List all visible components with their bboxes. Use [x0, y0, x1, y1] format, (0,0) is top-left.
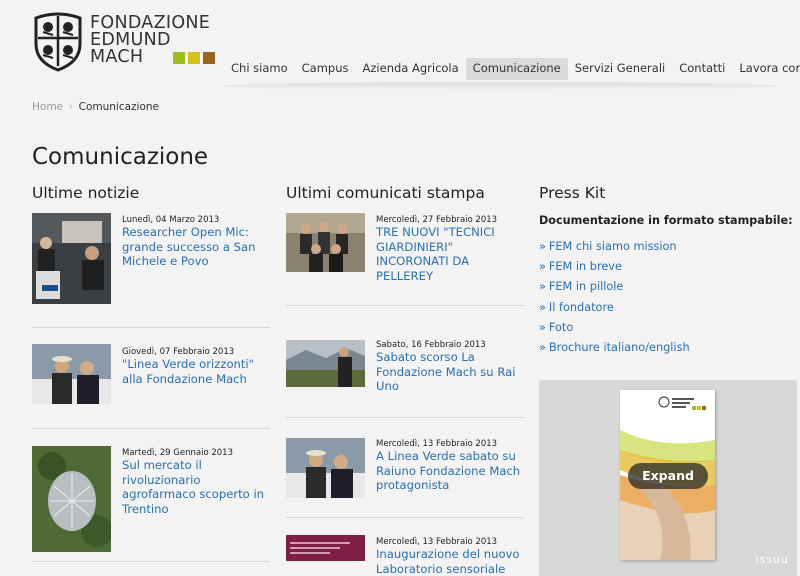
nav-item-comunicazione[interactable]: Comunicazione — [465, 58, 568, 80]
news-item: Lunedì, 04 Marzo 2013 Researcher Open Mi… — [32, 212, 270, 328]
bullet-icon: » — [539, 300, 546, 314]
press-thumbnail[interactable] — [286, 340, 365, 387]
presskit-link[interactable]: » FEM in breve — [539, 260, 797, 280]
bullet-icon: » — [539, 260, 546, 274]
breadcrumb: Home › Comunicazione — [32, 101, 159, 113]
news-heading: Ultime notizie — [32, 184, 140, 202]
presskit-link-label[interactable]: FEM chi siamo mission — [549, 240, 677, 253]
site-header: FONDAZIONE EDMUND MACH Chi siamo Campus … — [0, 0, 800, 92]
nav-item-servizi-generali[interactable]: Servizi Generali — [568, 58, 673, 80]
logo-squares — [173, 52, 215, 64]
presskit-link-label[interactable]: Foto — [549, 321, 573, 334]
press-thumbnail[interactable] — [286, 438, 365, 498]
presskit-links: » FEM chi siamo mission » FEM in breve » FE… — [539, 240, 797, 361]
presskit-link[interactable]: » Brochure italiano/english — [539, 341, 797, 361]
press-title-link[interactable]: TRE NUOVI "TECNICI GIARDINIERI" INCORONA… — [376, 225, 526, 283]
bullet-icon: » — [539, 280, 546, 294]
presskit-link[interactable]: » Il fondatore — [539, 301, 797, 321]
nav-item-lavora-con-noi[interactable]: Lavora con noi — [732, 58, 800, 80]
news-item: Martedì, 29 Gennaio 2013 Sul mercato il … — [32, 429, 270, 562]
press-date: Sabato, 16 Febbraio 2013 — [376, 340, 486, 350]
press-title-link[interactable]: Sabato scorso La Fondazione Mach su Rai … — [376, 350, 526, 394]
press-thumbnail[interactable] — [286, 535, 365, 561]
press-date: Mercoledì, 13 Febbraio 2013 — [376, 537, 498, 547]
issuu-logo: issuu — [755, 553, 789, 566]
press-thumbnail[interactable] — [286, 213, 365, 272]
presskit-link-label[interactable]: Brochure italiano/english — [549, 341, 690, 354]
press-item: Mercoledì, 13 Febbraio 2013 Inaugurazion… — [286, 518, 524, 576]
breadcrumb-current: Comunicazione — [78, 101, 160, 113]
press-heading: Ultimi comunicati stampa — [286, 184, 485, 202]
nav-item-campus[interactable]: Campus — [295, 58, 356, 80]
main-nav: Chi siamo Campus Azienda Agricola Comuni… — [224, 58, 800, 80]
press-title-link[interactable]: A Linea Verde sabato su Raiuno Fondazion… — [376, 449, 526, 493]
expand-button[interactable]: Expand — [628, 463, 708, 489]
press-date: Mercoledì, 13 Febbraio 2013 — [376, 439, 498, 449]
bullet-icon: » — [539, 240, 546, 253]
news-date: Lunedì, 04 Marzo 2013 — [122, 215, 220, 225]
presskit-link[interactable]: » FEM in pillole — [539, 280, 797, 300]
page-title: Comunicazione — [32, 144, 209, 170]
news-title-link[interactable]: "Linea Verde orizzonti" alla Fondazione … — [122, 357, 272, 386]
news-column: Ultime notizie Lunedì, 04 Marzo 2013 Res… — [32, 184, 270, 562]
news-thumbnail[interactable] — [32, 446, 111, 552]
press-item: Mercoledì, 13 Febbraio 2013 A Linea Verd… — [286, 418, 524, 518]
nav-item-contatti[interactable]: Contatti — [672, 58, 732, 80]
press-item: Sabato, 16 Febbraio 2013 Sabato scorso L… — [286, 306, 524, 418]
nav-item-azienda-agricola[interactable]: Azienda Agricola — [356, 58, 466, 80]
press-title-link[interactable]: Inaugurazione del nuovo Laboratorio sens… — [376, 547, 526, 576]
bullet-icon: » — [539, 340, 546, 354]
logo-square-green — [173, 52, 185, 64]
breadcrumb-home[interactable]: Home — [32, 101, 63, 113]
news-thumbnail[interactable] — [32, 213, 111, 304]
nav-item-chi-siamo[interactable]: Chi siamo — [224, 58, 295, 80]
news-thumbnail[interactable] — [32, 344, 111, 404]
issuu-viewer[interactable]: Expand issuu — [539, 380, 797, 576]
presskit-link-label[interactable]: FEM in pillole — [549, 280, 623, 293]
presskit-link[interactable]: » FEM chi siamo mission — [539, 240, 797, 260]
news-title-link[interactable]: Researcher Open Mic: grande successo a S… — [122, 225, 272, 269]
press-item: Mercoledì, 27 Febbraio 2013 TRE NUOVI "T… — [286, 212, 524, 306]
presskit-link-label[interactable]: FEM in breve — [549, 260, 622, 273]
presskit-subheading: Documentazione in formato stampabile: — [539, 214, 793, 227]
news-title-link[interactable]: Sul mercato il rivoluzionario agrofarmac… — [122, 458, 272, 516]
presskit-link-label[interactable]: Il fondatore — [549, 301, 614, 314]
news-date: Martedì, 29 Gennaio 2013 — [122, 448, 233, 458]
news-date: Giovedì, 07 Febbraio 2013 — [122, 347, 235, 357]
logo-square-yellow — [188, 52, 200, 64]
press-date: Mercoledì, 27 Febbraio 2013 — [376, 215, 498, 225]
logo-square-brown — [203, 52, 215, 64]
news-item: Giovedì, 07 Febbraio 2013 "Linea Verde o… — [32, 328, 270, 429]
presskit-column: Press Kit Documentazione in formato stam… — [539, 184, 797, 361]
presskit-link[interactable]: » Foto — [539, 321, 797, 341]
press-column: Ultimi comunicati stampa Mercoledì, 27 F… — [286, 184, 524, 576]
presskit-heading: Press Kit — [539, 184, 606, 202]
chevron-right-icon: › — [69, 102, 73, 112]
bullet-icon: » — [539, 320, 546, 334]
logo-emblem[interactable] — [32, 10, 84, 72]
nav-divider — [224, 82, 776, 90]
